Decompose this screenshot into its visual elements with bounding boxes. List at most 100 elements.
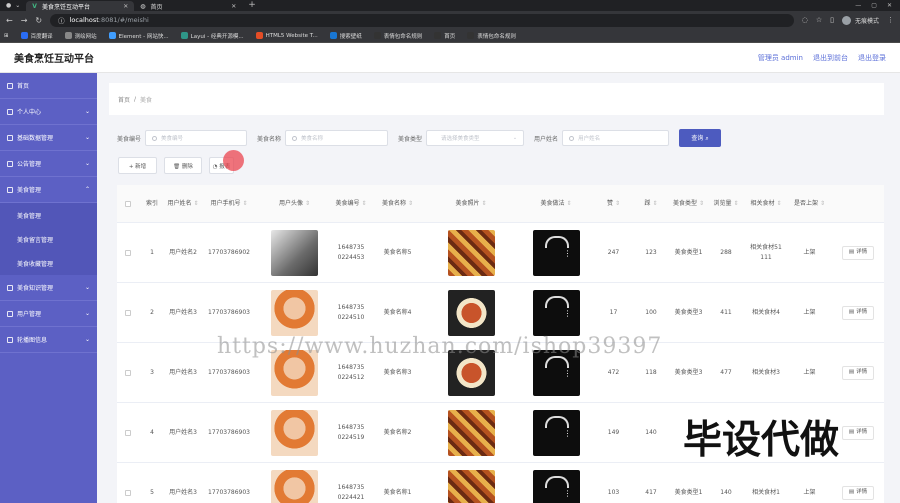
sort-icon[interactable]: ⇕	[652, 200, 657, 207]
menu-icon[interactable]: ⋮	[887, 16, 894, 24]
row-checkbox[interactable]	[125, 370, 131, 376]
table-cell: 相关食材4	[745, 283, 787, 343]
url-field[interactable]: ⓘ localhost:8081/#/meishi	[50, 13, 794, 27]
column-header[interactable]: 踩 ⇕	[632, 185, 670, 223]
food-video-player[interactable]	[532, 290, 580, 336]
column-header[interactable]: 赞 ⇕	[595, 185, 632, 223]
reload-icon[interactable]: ↻	[35, 16, 42, 25]
detail-button[interactable]: ▤ 详情	[841, 426, 875, 440]
sort-icon[interactable]: ⇕	[242, 200, 247, 207]
column-header[interactable]: 索引	[139, 185, 165, 223]
bookmark-item[interactable]: 百度翻译	[20, 32, 53, 40]
row-checkbox[interactable]	[125, 490, 131, 496]
incognito-indicator[interactable]: 无痕模式	[841, 15, 879, 25]
food-video-player[interactable]	[532, 410, 580, 456]
sidebar-item-notice[interactable]: 公告管理 ⌄	[0, 151, 97, 177]
browser-tab[interactable]: ◍ 首页 ✕	[134, 1, 242, 11]
row-checkbox[interactable]	[125, 310, 131, 316]
close-window-icon[interactable]: ✕	[887, 2, 892, 9]
row-checkbox[interactable]	[125, 430, 131, 436]
add-button[interactable]: + 新增	[118, 157, 157, 174]
back-icon[interactable]: ←	[6, 16, 13, 25]
sort-icon[interactable]: ⇕	[408, 200, 413, 207]
sidebar-item-users[interactable]: 用户管理 ⌄	[0, 301, 97, 327]
sidebar-item-home[interactable]: 首页	[0, 73, 97, 99]
sidebar-item-carousel[interactable]: 轮播图信息 ⌄	[0, 327, 97, 353]
detail-button[interactable]: ▤ 详情	[841, 366, 875, 380]
apps-icon[interactable]: ⊞	[4, 33, 9, 39]
bookmark-item[interactable]: 首页	[434, 32, 455, 40]
column-header[interactable]: 美食做法 ⇕	[517, 185, 595, 223]
detail-button[interactable]: ▤ 详情	[841, 486, 875, 500]
to-frontend-link[interactable]: 退出到前台	[813, 53, 848, 63]
detail-button[interactable]: ▤ 详情	[841, 246, 875, 260]
column-header[interactable]: 是否上架 ⇕	[787, 185, 832, 223]
sidebar-item-food[interactable]: 美食管理 ⌃	[0, 177, 97, 203]
bookmark-star-icon[interactable]: ☆	[816, 16, 822, 24]
food-photo-image[interactable]	[447, 290, 495, 336]
forward-icon[interactable]: →	[21, 16, 28, 25]
column-header[interactable]: 用户手机号 ⇕	[201, 185, 257, 223]
select-all-checkbox[interactable]	[125, 201, 131, 207]
tab-title: 首页	[150, 3, 163, 11]
logout-link[interactable]: 退出登录	[858, 53, 886, 63]
sort-icon[interactable]: ⇕	[820, 200, 825, 207]
bookmark-item[interactable]: Element - 网站快...	[108, 32, 169, 40]
sort-icon[interactable]: ⇕	[566, 200, 571, 207]
delete-button[interactable]: 🗑 删除	[164, 157, 202, 174]
maximize-icon[interactable]: ▢	[871, 2, 877, 9]
sort-icon[interactable]: ⇕	[361, 200, 366, 207]
food-video-player[interactable]	[532, 230, 580, 276]
sidebar-subitem-food-comments[interactable]: 美食留言管理	[0, 227, 97, 251]
close-icon[interactable]: ✕	[123, 3, 128, 10]
sidebar-subitem-food-favorites[interactable]: 美食收藏管理	[0, 251, 97, 275]
sort-icon[interactable]: ⇕	[733, 200, 738, 207]
sidebar-subitem-food-manage[interactable]: 美食管理	[0, 203, 97, 227]
bookmark-item[interactable]: 表情包命名规则	[467, 32, 516, 40]
sort-icon[interactable]: ⇕	[193, 200, 198, 207]
cell-text: 288	[720, 248, 732, 256]
bookmark-item[interactable]: HTML5 Website T...	[255, 32, 318, 39]
sidebar-icon[interactable]: ▯	[830, 16, 834, 24]
user-name-input[interactable]: 用户姓名	[562, 130, 670, 146]
food-photo-image[interactable]	[447, 230, 495, 276]
minimize-icon[interactable]: —	[855, 2, 861, 9]
food-photo-image[interactable]	[447, 410, 495, 456]
bookmark-label: HTML5 Website T...	[265, 32, 318, 39]
detail-button[interactable]: ▤ 详情	[841, 306, 875, 320]
sort-icon[interactable]: ⇕	[481, 200, 486, 207]
bookmark-item[interactable]: 表情包命名规则	[373, 32, 422, 40]
food-photo-image[interactable]	[447, 470, 495, 503]
sidebar-item-base-data[interactable]: 基础数据管理 ⌄	[0, 125, 97, 151]
bookmark-item[interactable]: 搜索壁纸	[329, 32, 362, 40]
column-header[interactable]: 浏览量 ⇕	[707, 185, 745, 223]
column-header[interactable]: 美食照片 ⇕	[425, 185, 517, 223]
sort-icon[interactable]: ⇕	[305, 200, 310, 207]
column-header[interactable]: 用户头像 ⇕	[257, 185, 332, 223]
close-icon[interactable]: ✕	[231, 3, 236, 10]
food-type-select[interactable]: 请选择美食类型 ⌄	[426, 130, 525, 146]
new-tab-button[interactable]: +	[242, 0, 262, 11]
tab-search-icon[interactable]: ⌄	[15, 2, 20, 9]
column-header[interactable]: 相关食材 ⇕	[745, 185, 787, 223]
browser-tab-active[interactable]: V 美食烹饪互动平台 ✕	[26, 1, 135, 11]
row-checkbox[interactable]	[125, 250, 131, 256]
breadcrumb-home[interactable]: 首页	[118, 95, 130, 104]
sort-icon[interactable]: ⇕	[699, 200, 704, 207]
bookmark-item[interactable]: 测绘网站	[64, 32, 97, 40]
column-header[interactable]: 美食名称 ⇕	[370, 185, 425, 223]
column-label: 相关食材	[750, 200, 775, 208]
sort-icon[interactable]: ⇕	[776, 200, 781, 207]
eye-off-icon[interactable]: ◌	[802, 16, 808, 24]
column-header[interactable]: 美食编号 ⇕	[332, 185, 370, 223]
column-header[interactable]: 美食类型 ⇕	[670, 185, 707, 223]
column-header[interactable]: 用户姓名 ⇕	[165, 185, 201, 223]
search-button[interactable]: 查询 ⌕	[679, 129, 722, 147]
sidebar-item-profile[interactable]: 个人中心 ⌄	[0, 99, 97, 125]
food-code-input[interactable]: 美食编号	[145, 130, 248, 146]
food-name-input[interactable]: 美食名称	[285, 130, 389, 146]
bookmark-item[interactable]: Layui - 经典开源模...	[180, 32, 244, 40]
sidebar-item-knowledge[interactable]: 美食知识管理 ⌄	[0, 275, 97, 301]
food-video-player[interactable]	[532, 470, 580, 503]
sort-icon[interactable]: ⇕	[615, 200, 620, 207]
